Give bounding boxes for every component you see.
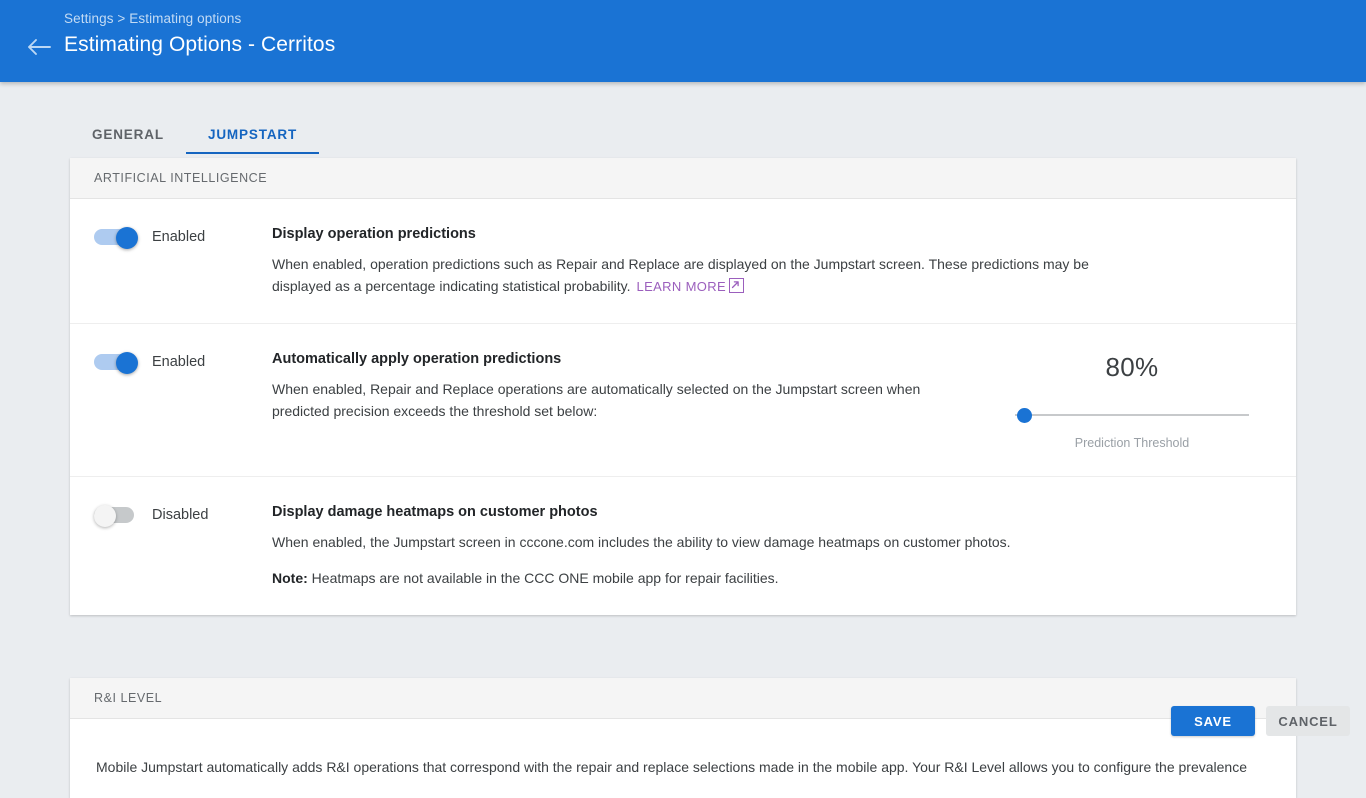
back-button[interactable] xyxy=(24,32,54,62)
note-prefix: Note: xyxy=(272,569,308,586)
toggle-state-label: Disabled xyxy=(152,507,209,523)
note-body: Heatmaps are not available in the CCC ON… xyxy=(307,569,779,586)
setting-row-display-operation-predictions: Enabled Display operation predictions Wh… xyxy=(70,199,1296,324)
external-link-icon xyxy=(728,277,744,293)
footer-actions: SAVE CANCEL xyxy=(1171,706,1350,736)
section-header-ai: ARTIFICIAL INTELLIGENCE xyxy=(70,158,1296,199)
toggle-thumb xyxy=(116,352,138,374)
prediction-threshold-slider[interactable] xyxy=(1015,404,1249,426)
save-button[interactable]: SAVE xyxy=(1171,706,1255,736)
setting-title: Automatically apply operation prediction… xyxy=(272,351,562,367)
setting-title: Display operation predictions xyxy=(272,226,476,242)
toggle-group: Enabled xyxy=(94,225,272,249)
setting-text: Automatically apply operation prediction… xyxy=(272,350,992,422)
tab-general[interactable]: GENERAL xyxy=(70,127,186,155)
toggle-display-operation-predictions[interactable] xyxy=(94,227,138,249)
prediction-threshold-value: 80% xyxy=(1105,352,1159,382)
toggle-thumb xyxy=(116,227,138,249)
setting-description: When enabled, operation predictions such… xyxy=(272,254,1112,297)
arrow-left-icon xyxy=(26,37,52,57)
artificial-intelligence-card: ARTIFICIAL INTELLIGENCE Enabled Display … xyxy=(70,158,1296,615)
slider-track xyxy=(1015,414,1249,416)
ri-level-body: Mobile Jumpstart automatically adds R&I … xyxy=(70,719,1296,778)
toggle-thumb xyxy=(94,505,116,527)
learn-more-label: LEARN MORE xyxy=(636,278,726,294)
setting-title: Display damage heatmaps on customer phot… xyxy=(272,504,598,520)
tab-bar: GENERAL JUMPSTART xyxy=(70,118,320,155)
setting-description: When enabled, the Jumpstart screen in cc… xyxy=(272,534,1011,550)
slider-thumb[interactable] xyxy=(1017,408,1032,423)
setting-row-auto-apply-operation-predictions: Enabled Automatically apply operation pr… xyxy=(70,324,1296,477)
setting-note: Note: Heatmaps are not available in the … xyxy=(272,568,1112,590)
toggle-state-label: Enabled xyxy=(152,229,206,245)
toggle-damage-heatmaps[interactable] xyxy=(94,505,138,527)
setting-row-damage-heatmaps: Disabled Display damage heatmaps on cust… xyxy=(70,477,1296,615)
section-header-ri: R&I LEVEL xyxy=(70,678,1296,719)
toggle-group: Disabled xyxy=(94,503,272,527)
toggle-auto-apply-operation-predictions[interactable] xyxy=(94,352,138,374)
prediction-threshold-group: 80% Prediction Threshold xyxy=(992,350,1272,450)
toggle-group: Enabled xyxy=(94,350,272,374)
breadcrumb[interactable]: Settings > Estimating options xyxy=(64,11,241,26)
setting-description: When enabled, Repair and Replace operati… xyxy=(272,381,921,419)
toggle-state-label: Enabled xyxy=(152,354,206,370)
tab-jumpstart[interactable]: JUMPSTART xyxy=(185,127,320,154)
prediction-threshold-caption: Prediction Threshold xyxy=(1074,436,1190,450)
page-title: Estimating Options - Cerritos xyxy=(64,33,336,56)
learn-more-link[interactable]: LEARN MORE xyxy=(636,277,744,294)
ri-level-card: R&I LEVEL Mobile Jumpstart automatically… xyxy=(70,678,1296,798)
cancel-button[interactable]: CANCEL xyxy=(1266,706,1350,736)
setting-text: Display operation predictions When enabl… xyxy=(272,225,1132,297)
app-bar: Settings > Estimating options Estimating… xyxy=(0,0,1366,82)
setting-text: Display damage heatmaps on customer phot… xyxy=(272,503,1132,589)
page-body: GENERAL JUMPSTART ARTIFICIAL INTELLIGENC… xyxy=(0,82,1366,798)
